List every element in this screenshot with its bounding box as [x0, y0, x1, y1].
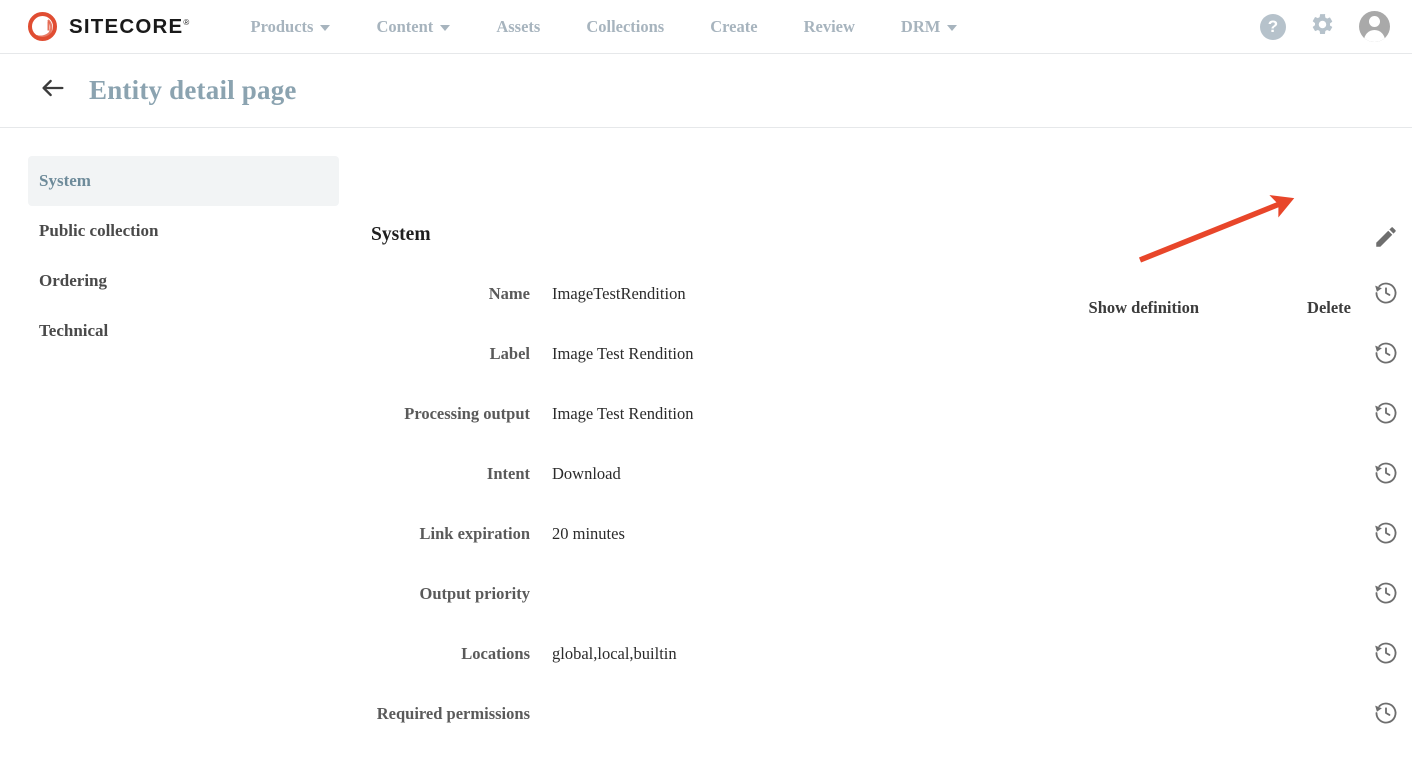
- field-row-processing-output: Processing output Image Test Rendition: [371, 400, 1397, 460]
- field-value: global,local,builtin: [552, 644, 677, 663]
- sidebar-item-label: Ordering: [39, 271, 107, 290]
- field-row-output-priority: Output priority: [371, 580, 1397, 640]
- avatar: [1359, 11, 1390, 42]
- nav-item-label: Review: [803, 16, 855, 36]
- field-value: 20 minutes: [552, 524, 625, 543]
- field-history-button[interactable]: [1373, 340, 1399, 366]
- nav-item-products[interactable]: Products: [228, 11, 354, 43]
- field-history-button[interactable]: [1373, 400, 1399, 426]
- top-nav-actions: ?: [1260, 11, 1390, 42]
- pencil-icon: [1373, 227, 1399, 254]
- settings-button[interactable]: [1310, 12, 1335, 42]
- nav-item-label: Collections: [586, 16, 665, 36]
- field-label: Link expiration: [419, 524, 530, 543]
- field-value: Image Test Rendition: [552, 344, 694, 363]
- sidebar-item-public-collection[interactable]: Public collection: [28, 206, 339, 256]
- history-icon: [1373, 582, 1399, 610]
- nav-item-drm[interactable]: DRM: [878, 11, 980, 43]
- field-row-required-permissions: Required permissions: [371, 700, 1397, 760]
- nav-item-collections[interactable]: Collections: [563, 11, 687, 43]
- brand-name-text: SITECORE: [69, 14, 184, 38]
- field-history-button[interactable]: [1373, 460, 1399, 486]
- field-label: Locations: [461, 644, 530, 663]
- field-label: Intent: [486, 464, 530, 483]
- field-value: Download: [552, 464, 621, 483]
- help-icon: ?: [1260, 13, 1286, 40]
- chevron-down-icon: [440, 25, 451, 31]
- field-history-button[interactable]: [1373, 520, 1399, 546]
- history-icon: [1373, 342, 1399, 370]
- field-history-button[interactable]: [1373, 280, 1399, 306]
- arrow-left-icon: [39, 74, 67, 107]
- field-history-button[interactable]: [1373, 640, 1399, 666]
- field-rows: Name ImageTestRendition Label Image Test…: [371, 280, 1397, 760]
- brand-trademark: ®: [183, 17, 191, 27]
- sidebar-item-technical[interactable]: Technical: [28, 306, 339, 356]
- chevron-down-icon: [320, 25, 331, 31]
- sidebar-item-label: Technical: [39, 321, 109, 340]
- history-icon: [1373, 522, 1399, 550]
- brand-wordmark: SITECORE®: [69, 15, 191, 39]
- history-icon: [1373, 402, 1399, 430]
- sidebar-item-label: System: [39, 171, 91, 190]
- nav-item-label: Products: [250, 16, 314, 36]
- field-label: Processing output: [404, 404, 530, 423]
- gear-icon: [1310, 12, 1335, 42]
- nav-item-label: DRM: [900, 16, 941, 36]
- field-value: Image Test Rendition: [552, 404, 694, 423]
- user-account-button[interactable]: [1359, 11, 1390, 42]
- nav-item-label: Content: [376, 16, 434, 36]
- sidebar-item-ordering[interactable]: Ordering: [28, 256, 339, 306]
- field-value: ImageTestRendition: [552, 284, 686, 303]
- nav-item-content[interactable]: Content: [353, 11, 473, 43]
- field-label: Output priority: [419, 584, 530, 603]
- nav-item-label: Assets: [496, 16, 541, 36]
- field-row-name: Name ImageTestRendition: [371, 280, 1397, 340]
- field-history-button[interactable]: [1373, 700, 1399, 726]
- detail-sidebar: System Public collection Ordering Techni…: [28, 156, 339, 356]
- sidebar-item-label: Public collection: [39, 221, 159, 240]
- history-icon: [1373, 462, 1399, 490]
- field-row-intent: Intent Download: [371, 460, 1397, 520]
- field-row-link-expiration: Link expiration 20 minutes: [371, 520, 1397, 580]
- page-header-bar: Entity detail page: [0, 54, 1412, 128]
- history-icon: [1373, 642, 1399, 670]
- field-label: Name: [488, 284, 530, 303]
- field-row-locations: Locations global,local,builtin: [371, 640, 1397, 700]
- top-navigation-bar: SITECORE® Products Content Assets Collec…: [0, 0, 1412, 54]
- field-history-button[interactable]: [1373, 580, 1399, 606]
- back-button[interactable]: [38, 76, 68, 106]
- sitecore-ring-logo-icon: [27, 11, 58, 42]
- field-label: Label: [489, 344, 530, 363]
- top-nav-items: Products Content Assets Collections Crea…: [228, 11, 981, 43]
- section-title: System: [371, 224, 431, 245]
- field-label: Required permissions: [376, 704, 530, 723]
- history-icon: [1373, 702, 1399, 730]
- nav-item-create[interactable]: Create: [687, 11, 780, 43]
- help-button[interactable]: ?: [1260, 13, 1286, 40]
- nav-item-label: Create: [710, 16, 758, 36]
- history-icon: [1373, 282, 1399, 310]
- sitecore-brand-logo[interactable]: SITECORE®: [27, 11, 191, 42]
- sidebar-item-system[interactable]: System: [28, 156, 339, 206]
- edit-button[interactable]: [1373, 224, 1399, 250]
- page-title: Entity detail page: [89, 75, 297, 105]
- nav-item-assets[interactable]: Assets: [473, 11, 563, 43]
- page-content: System Public collection Ordering Techni…: [0, 128, 1412, 772]
- chevron-down-icon: [947, 25, 958, 31]
- nav-item-review[interactable]: Review: [781, 11, 878, 43]
- field-row-label: Label Image Test Rendition: [371, 340, 1397, 400]
